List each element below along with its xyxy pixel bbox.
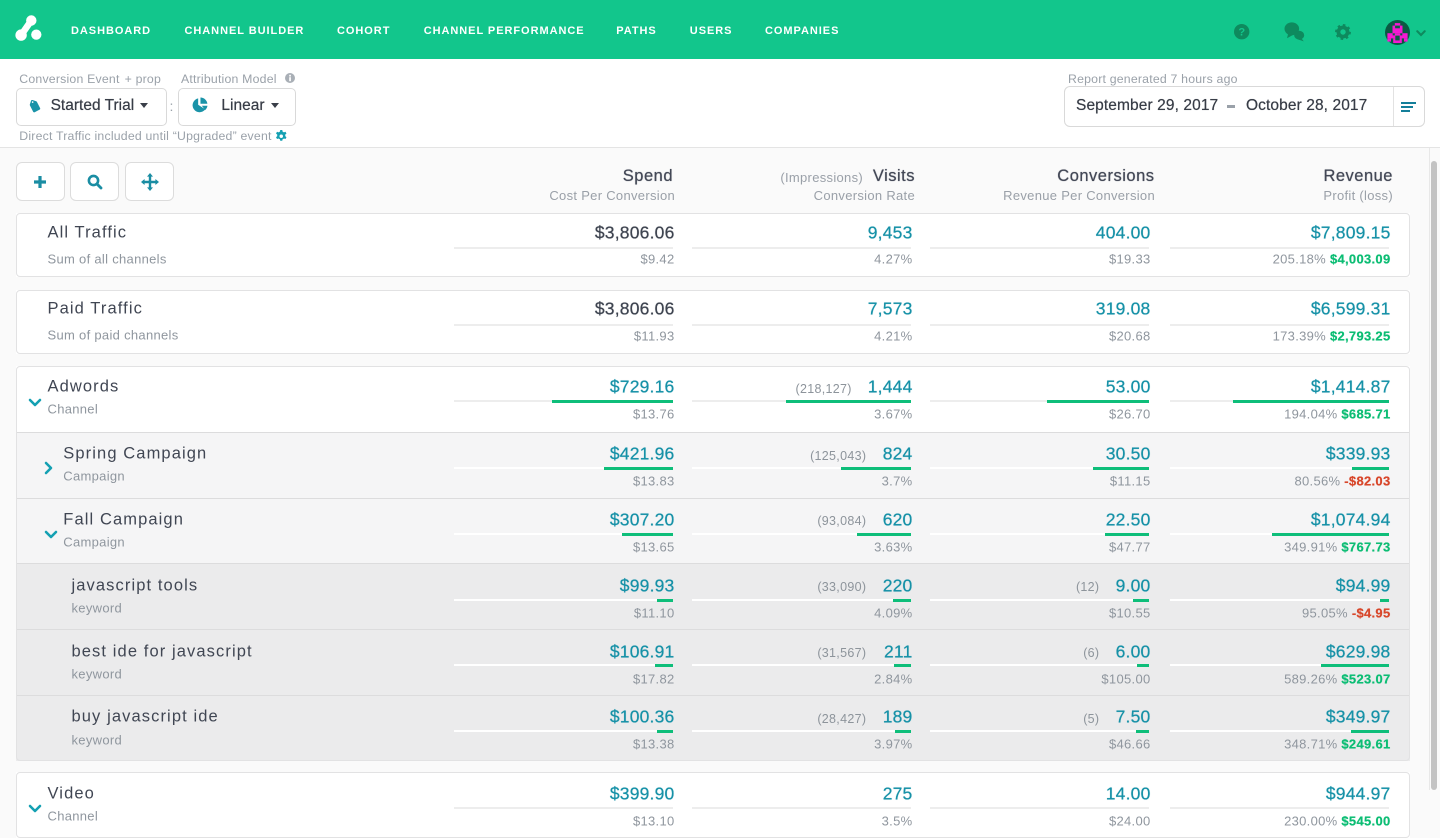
svg-text:?: ? (1239, 27, 1246, 39)
